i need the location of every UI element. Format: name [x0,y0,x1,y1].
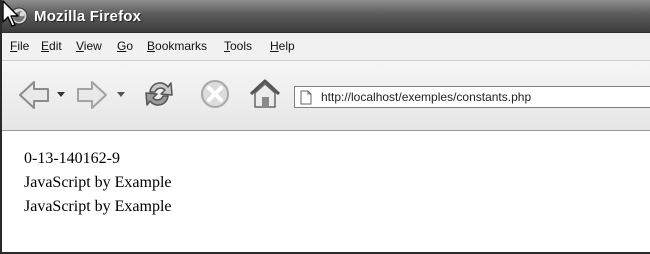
menu-tools[interactable]: Tools [224,39,252,53]
stop-icon[interactable] [198,77,232,111]
menu-file[interactable]: File [10,39,29,53]
back-icon[interactable] [16,75,52,115]
page-content: 0-13-140162-9 JavaScript by Example Java… [24,147,172,219]
window-title: Mozilla Firefox [34,8,142,25]
content-line: 0-13-140162-9 [24,150,120,167]
title-bar[interactable]: Mozilla Firefox [2,0,650,33]
forward-dropdown-icon[interactable] [116,89,126,99]
mouse-cursor-icon [2,0,19,27]
menu-help[interactable]: Help [270,39,295,53]
url-bar[interactable]: http://localhost/exemples/constants.php [294,86,650,108]
browser-window: Mozilla Firefox File Edit View Go Bookma… [0,0,650,254]
back-dropdown-icon[interactable] [56,89,66,99]
navigation-toolbar: http://localhost/exemples/constants.php [2,61,650,131]
menu-view[interactable]: View [76,39,102,53]
menu-edit[interactable]: Edit [41,39,62,53]
forward-icon[interactable] [74,75,110,115]
url-text: http://localhost/exemples/constants.php [321,90,532,104]
page-icon [300,90,312,105]
menu-bookmarks[interactable]: Bookmarks [147,39,207,53]
reload-icon[interactable] [142,75,176,113]
menu-go[interactable]: Go [117,39,133,53]
home-icon[interactable] [247,75,283,113]
content-line: JavaScript by Example [24,174,172,191]
content-line: JavaScript by Example [24,198,172,215]
menu-bar: File Edit View Go Bookmarks Tools Help [2,33,650,61]
